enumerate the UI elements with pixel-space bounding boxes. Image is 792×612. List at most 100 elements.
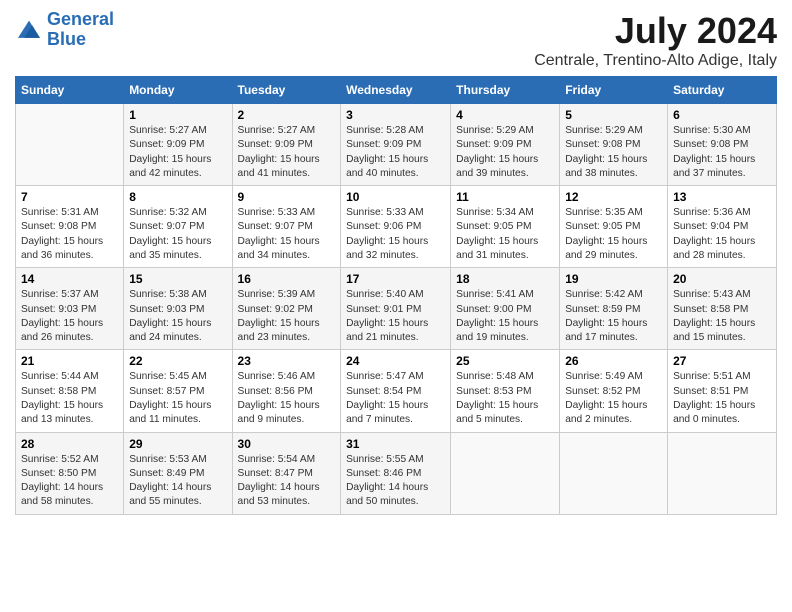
calendar-cell: 24 Sunrise: 5:47 AM Sunset: 8:54 PM Dayli… xyxy=(341,350,451,432)
month-title: July 2024 xyxy=(534,10,777,52)
calendar-cell xyxy=(451,432,560,514)
day-info: Sunrise: 5:33 AM Sunset: 9:06 PM Dayligh… xyxy=(346,206,445,263)
calendar-cell: 8Sunrise: 5:32 AM Sunset: 9:07 PM Daylig… xyxy=(124,186,232,268)
calendar-cell: 26 Sunrise: 5:49 AM Sunset: 8:52 PM Dayli… xyxy=(560,350,668,432)
calendar-cell: 27Sunrise: 5:51 AM Sunset: 8:51 PM Dayli… xyxy=(668,350,777,432)
day-number: 27 xyxy=(673,354,771,368)
logo-line1: General xyxy=(47,9,114,29)
logo-line2: Blue xyxy=(47,29,86,49)
calendar-cell: 2 Sunrise: 5:27 AM Sunset: 9:09 PM Daylig… xyxy=(232,104,341,186)
day-number: 24 xyxy=(346,354,445,368)
day-number: 9 xyxy=(238,190,336,204)
calendar-cell xyxy=(560,432,668,514)
day-number: 26 xyxy=(565,354,662,368)
day-info: Sunrise: 5:34 AM Sunset: 9:05 PM Dayligh… xyxy=(456,206,554,263)
day-info: Sunrise: 5:54 AM Sunset: 8:47 PM Dayligh… xyxy=(238,453,336,510)
day-info: Sunrise: 5:39 AM Sunset: 9:02 PM Dayligh… xyxy=(238,288,336,345)
day-number: 5 xyxy=(565,108,662,122)
day-info: Sunrise: 5:40 AM Sunset: 9:01 PM Dayligh… xyxy=(346,288,445,345)
day-number: 4 xyxy=(456,108,554,122)
weekday-header-monday: Monday xyxy=(124,77,232,104)
calendar-cell: 4 Sunrise: 5:29 AM Sunset: 9:09 PM Daylig… xyxy=(451,104,560,186)
day-number: 22 xyxy=(129,354,226,368)
location-title: Centrale, Trentino-Alto Adige, Italy xyxy=(534,52,777,70)
calendar-week-row: 21 Sunrise: 5:44 AM Sunset: 8:58 PM Dayli… xyxy=(16,350,777,432)
calendar-cell: 22 Sunrise: 5:45 AM Sunset: 8:57 PM Dayli… xyxy=(124,350,232,432)
day-info: Sunrise: 5:36 AM Sunset: 9:04 PM Dayligh… xyxy=(673,206,771,263)
day-info: Sunrise: 5:37 AM Sunset: 9:03 PM Dayligh… xyxy=(21,288,118,345)
calendar-cell: 7Sunrise: 5:31 AM Sunset: 9:08 PM Daylig… xyxy=(16,186,124,268)
calendar-cell xyxy=(16,104,124,186)
calendar-cell: 14 Sunrise: 5:37 AM Sunset: 9:03 PM Dayli… xyxy=(16,268,124,350)
calendar-cell: 29 Sunrise: 5:53 AM Sunset: 8:49 PM Dayli… xyxy=(124,432,232,514)
day-number: 21 xyxy=(21,354,118,368)
day-number: 10 xyxy=(346,190,445,204)
day-info: Sunrise: 5:48 AM Sunset: 8:53 PM Dayligh… xyxy=(456,370,554,427)
calendar-cell: 18 Sunrise: 5:41 AM Sunset: 9:00 PM Dayli… xyxy=(451,268,560,350)
day-number: 20 xyxy=(673,272,771,286)
calendar-cell: 5 Sunrise: 5:29 AM Sunset: 9:08 PM Daylig… xyxy=(560,104,668,186)
calendar-cell: 3Sunrise: 5:28 AM Sunset: 9:09 PM Daylig… xyxy=(341,104,451,186)
day-info: Sunrise: 5:27 AM Sunset: 9:09 PM Dayligh… xyxy=(238,124,336,181)
calendar-cell: 16 Sunrise: 5:39 AM Sunset: 9:02 PM Dayli… xyxy=(232,268,341,350)
page-header: General Blue July 2024 Centrale, Trentin… xyxy=(15,10,777,70)
day-info: Sunrise: 5:27 AM Sunset: 9:09 PM Dayligh… xyxy=(129,124,226,181)
day-number: 18 xyxy=(456,272,554,286)
day-number: 23 xyxy=(238,354,336,368)
day-info: Sunrise: 5:29 AM Sunset: 9:09 PM Dayligh… xyxy=(456,124,554,181)
weekday-header-thursday: Thursday xyxy=(451,77,560,104)
calendar-week-row: 7Sunrise: 5:31 AM Sunset: 9:08 PM Daylig… xyxy=(16,186,777,268)
weekday-header-saturday: Saturday xyxy=(668,77,777,104)
calendar-cell: 12 Sunrise: 5:35 AM Sunset: 9:05 PM Dayli… xyxy=(560,186,668,268)
calendar-cell: 19Sunrise: 5:42 AM Sunset: 8:59 PM Dayli… xyxy=(560,268,668,350)
day-info: Sunrise: 5:47 AM Sunset: 8:54 PM Dayligh… xyxy=(346,370,445,427)
calendar-cell: 28Sunrise: 5:52 AM Sunset: 8:50 PM Dayli… xyxy=(16,432,124,514)
day-info: Sunrise: 5:53 AM Sunset: 8:49 PM Dayligh… xyxy=(129,453,226,510)
day-number: 12 xyxy=(565,190,662,204)
calendar-cell: 13Sunrise: 5:36 AM Sunset: 9:04 PM Dayli… xyxy=(668,186,777,268)
calendar-cell: 10 Sunrise: 5:33 AM Sunset: 9:06 PM Dayli… xyxy=(341,186,451,268)
logo-icon xyxy=(15,19,43,41)
weekday-header-sunday: Sunday xyxy=(16,77,124,104)
day-info: Sunrise: 5:30 AM Sunset: 9:08 PM Dayligh… xyxy=(673,124,771,181)
calendar-cell: 1 Sunrise: 5:27 AM Sunset: 9:09 PM Daylig… xyxy=(124,104,232,186)
day-info: Sunrise: 5:45 AM Sunset: 8:57 PM Dayligh… xyxy=(129,370,226,427)
calendar-cell: 31 Sunrise: 5:55 AM Sunset: 8:46 PM Dayli… xyxy=(341,432,451,514)
day-number: 2 xyxy=(238,108,336,122)
day-info: Sunrise: 5:35 AM Sunset: 9:05 PM Dayligh… xyxy=(565,206,662,263)
day-number: 6 xyxy=(673,108,771,122)
day-number: 19 xyxy=(565,272,662,286)
title-area: July 2024 Centrale, Trentino-Alto Adige,… xyxy=(534,10,777,70)
weekday-header-friday: Friday xyxy=(560,77,668,104)
calendar-week-row: 14 Sunrise: 5:37 AM Sunset: 9:03 PM Dayli… xyxy=(16,268,777,350)
calendar-cell: 20 Sunrise: 5:43 AM Sunset: 8:58 PM Dayli… xyxy=(668,268,777,350)
day-info: Sunrise: 5:44 AM Sunset: 8:58 PM Dayligh… xyxy=(21,370,118,427)
day-number: 7 xyxy=(21,190,118,204)
day-number: 8 xyxy=(129,190,226,204)
day-info: Sunrise: 5:41 AM Sunset: 9:00 PM Dayligh… xyxy=(456,288,554,345)
day-info: Sunrise: 5:43 AM Sunset: 8:58 PM Dayligh… xyxy=(673,288,771,345)
weekday-header-row: SundayMondayTuesdayWednesdayThursdayFrid… xyxy=(16,77,777,104)
day-info: Sunrise: 5:55 AM Sunset: 8:46 PM Dayligh… xyxy=(346,453,445,510)
day-info: Sunrise: 5:52 AM Sunset: 8:50 PM Dayligh… xyxy=(21,453,118,510)
calendar-cell xyxy=(668,432,777,514)
calendar-cell: 23 Sunrise: 5:46 AM Sunset: 8:56 PM Dayli… xyxy=(232,350,341,432)
day-number: 15 xyxy=(129,272,226,286)
calendar-week-row: 28Sunrise: 5:52 AM Sunset: 8:50 PM Dayli… xyxy=(16,432,777,514)
day-number: 29 xyxy=(129,437,226,451)
day-info: Sunrise: 5:46 AM Sunset: 8:56 PM Dayligh… xyxy=(238,370,336,427)
weekday-header-wednesday: Wednesday xyxy=(341,77,451,104)
day-number: 14 xyxy=(21,272,118,286)
calendar-cell: 15Sunrise: 5:38 AM Sunset: 9:03 PM Dayli… xyxy=(124,268,232,350)
day-info: Sunrise: 5:49 AM Sunset: 8:52 PM Dayligh… xyxy=(565,370,662,427)
day-number: 30 xyxy=(238,437,336,451)
calendar-cell: 9Sunrise: 5:33 AM Sunset: 9:07 PM Daylig… xyxy=(232,186,341,268)
calendar-cell: 17Sunrise: 5:40 AM Sunset: 9:01 PM Dayli… xyxy=(341,268,451,350)
calendar-cell: 25Sunrise: 5:48 AM Sunset: 8:53 PM Dayli… xyxy=(451,350,560,432)
day-number: 16 xyxy=(238,272,336,286)
calendar-cell: 6 Sunrise: 5:30 AM Sunset: 9:08 PM Daylig… xyxy=(668,104,777,186)
day-number: 31 xyxy=(346,437,445,451)
day-info: Sunrise: 5:29 AM Sunset: 9:08 PM Dayligh… xyxy=(565,124,662,181)
day-number: 3 xyxy=(346,108,445,122)
day-number: 1 xyxy=(129,108,226,122)
